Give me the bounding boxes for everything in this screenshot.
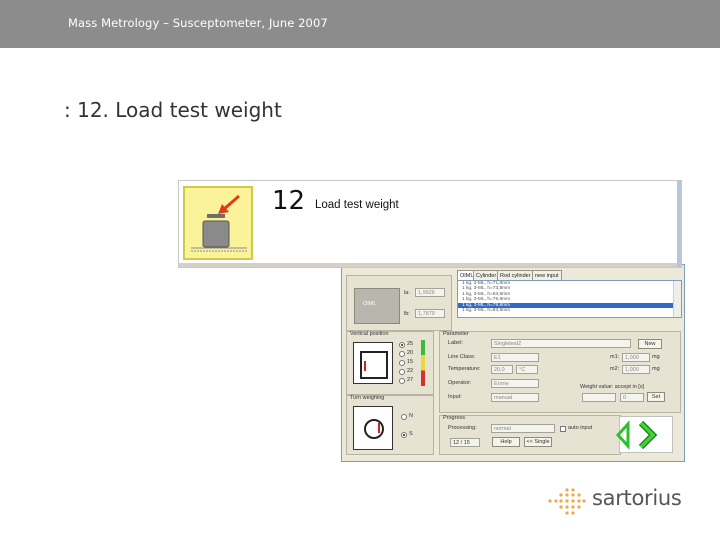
turn-weighing-panel: Turn weighing N S xyxy=(346,395,434,455)
turn-weighing-radio-s[interactable] xyxy=(401,432,407,438)
m2-field[interactable]: 1,000 xyxy=(622,365,650,374)
label-select[interactable]: Singletest2 xyxy=(491,339,631,348)
la-field[interactable]: 1,9926 xyxy=(415,288,445,297)
tab-new-input[interactable]: new input xyxy=(532,270,562,280)
m1-field[interactable]: 1,000 xyxy=(622,353,650,362)
vertical-position-option-3: 15 xyxy=(407,359,414,365)
step-label: Load test weight xyxy=(315,199,399,211)
weight-value-set-button[interactable]: Set xyxy=(647,392,665,402)
turn-weighing-option-s: S xyxy=(409,431,413,437)
sartorius-logo-icon xyxy=(548,488,586,515)
input-caption: Input: xyxy=(448,394,462,400)
label-caption: Label: xyxy=(448,340,463,346)
lb-label: lb: xyxy=(404,311,410,317)
lb-field[interactable]: 1,7879 xyxy=(415,309,445,318)
m1-caption: m1: xyxy=(610,354,620,360)
weight-value-field-a[interactable] xyxy=(582,393,616,402)
turn-weighing-title: Turn weighing xyxy=(350,395,385,401)
m1-unit: mg xyxy=(652,354,660,360)
m2-caption: m2: xyxy=(610,366,620,372)
operator-field[interactable]: Ernne xyxy=(491,379,539,388)
sartorius-logo-text: sartorius xyxy=(592,486,682,510)
help-button[interactable]: Help xyxy=(492,437,520,447)
list-scrollbar[interactable] xyxy=(673,281,681,317)
weight-tag: OIML xyxy=(363,301,377,307)
temperature-unit-select[interactable]: °C xyxy=(516,365,538,374)
weight-list[interactable]: 1 kg, 2-ML, h=71,8mm 1 kg, 3-ML, h=73,8m… xyxy=(457,280,682,318)
vertical-position-option-5: 27 xyxy=(407,377,414,383)
vertical-position-radio-2[interactable] xyxy=(399,351,405,357)
label-new-button[interactable]: New xyxy=(638,339,662,349)
la-label: la: xyxy=(404,290,410,296)
weight-value-caption: Weight value: accept in [s] xyxy=(580,384,645,390)
back-arrow-icon[interactable] xyxy=(616,420,630,450)
processing-caption: Processing: xyxy=(448,425,477,431)
vertical-position-option-4: 22 xyxy=(407,368,414,374)
turn-weighing-illustration xyxy=(353,406,393,450)
line-class-select[interactable]: E1 xyxy=(491,353,539,362)
single-button[interactable]: << Single xyxy=(524,437,552,447)
level-indicator xyxy=(421,340,425,386)
auto-input-caption: auto input xyxy=(568,425,593,431)
vertical-position-title: Vertical position xyxy=(350,331,389,337)
weight-with-arrow-icon xyxy=(191,194,247,252)
auto-input-checkbox[interactable] xyxy=(560,426,566,432)
temperature-caption: Temperature: xyxy=(448,366,481,372)
slide-heading: : 12. Load test weight xyxy=(64,98,282,122)
slide-header-bar: Mass Metrology – Susceptometer, June 200… xyxy=(0,0,720,48)
slide-header-title: Mass Metrology – Susceptometer, June 200… xyxy=(68,16,328,30)
next-arrow-icon[interactable] xyxy=(636,420,658,450)
operator-caption: Operator: xyxy=(448,380,472,386)
parameter-title: Parameter xyxy=(443,331,469,337)
turn-weighing-radio-n[interactable] xyxy=(401,414,407,420)
temperature-field[interactable]: 20,0 xyxy=(491,365,513,374)
processing-select[interactable]: normal xyxy=(491,424,555,433)
vertical-position-radio-5[interactable] xyxy=(399,378,405,384)
navigation-box xyxy=(616,416,673,453)
weight-value-field-b[interactable]: 0 xyxy=(620,393,644,402)
weight-illustration: OIML xyxy=(354,288,400,324)
vertical-position-illustration xyxy=(353,342,393,384)
header-scrollbar xyxy=(677,181,681,267)
vertical-position-radio-4[interactable] xyxy=(399,369,405,375)
parameter-panel: Parameter Label: Singletest2 New Line Cl… xyxy=(439,331,681,413)
vertical-position-panel: Vertical position 25 20 15 22 27 xyxy=(346,331,434,395)
tab-cylinder[interactable]: Cylinder xyxy=(473,270,500,280)
vertical-position-option-1: 25 xyxy=(407,341,414,347)
turn-weighing-option-n: N xyxy=(409,413,413,419)
step-number: 12 xyxy=(272,186,306,216)
line-class-caption: Line Class: xyxy=(448,354,476,360)
progress-title: Progress xyxy=(443,415,466,421)
list-item[interactable]: 1 kg, 3-ML, h=83,8mm xyxy=(458,308,681,313)
progress-counter: 12 / 15 xyxy=(450,438,480,447)
step-header xyxy=(178,180,682,268)
progress-panel: Progress Processing: normal auto input 1… xyxy=(439,415,621,455)
vertical-position-option-2: 20 xyxy=(407,350,414,356)
vertical-position-radio-1[interactable] xyxy=(399,342,405,348)
tab-rod-cylinder[interactable]: Rod cylinder xyxy=(497,270,534,280)
input-select[interactable]: manual xyxy=(491,393,539,402)
header-bottom-strip xyxy=(179,263,681,267)
vertical-position-radio-3[interactable] xyxy=(399,360,405,366)
step-icon-box xyxy=(183,186,253,260)
weight-panel: OIML la: 1,9926 lb: 1,7879 xyxy=(346,275,452,331)
m2-unit: mg xyxy=(652,366,660,372)
